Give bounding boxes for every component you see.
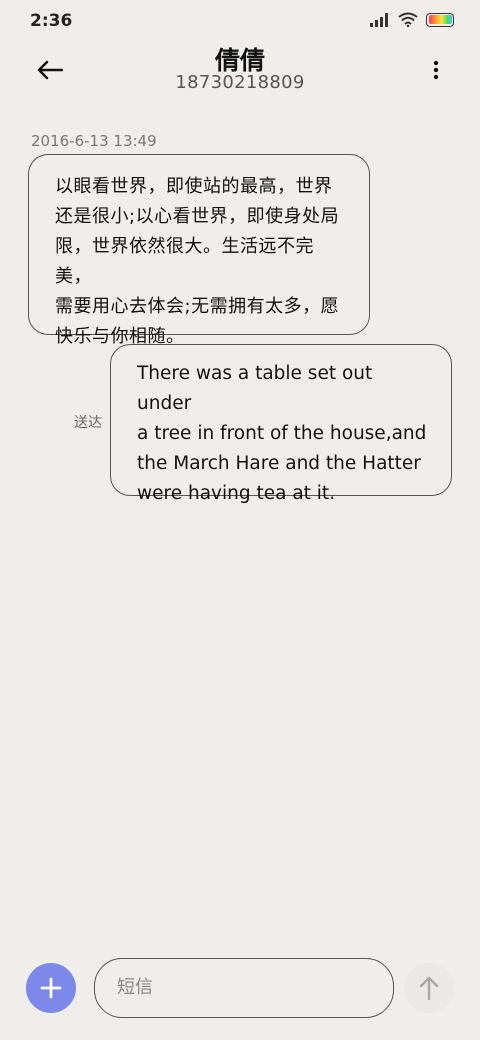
message-line: 还是很小;以心看世界，即使身处局 [55,206,340,227]
plus-icon [40,977,62,999]
outgoing-message-bubble[interactable]: There was a table set out under a tree i… [110,344,452,504]
signal-icon [370,12,388,27]
message-line: 限，世界依然很大。生活远不完美， [55,236,314,287]
message-input-container[interactable] [94,958,394,1018]
delivery-status: 送达 [74,415,102,431]
battery-level [428,15,452,24]
message-line: 以眼看世界，即使站的最高，世界 [55,176,333,197]
message-line: 需要用心去体会;无需拥有太多，愿 [55,296,340,317]
message-line: were having tea at it. [137,483,336,504]
status-icons [370,12,454,27]
message-line: a tree in front of the house,and [137,423,427,444]
send-button[interactable] [404,963,454,1013]
contact-number: 18730218809 [175,72,305,93]
message-line: the March Hare and the Hatter [137,453,421,474]
message-text: There was a table set out under a tree i… [137,359,431,509]
message-text: 以眼看世界，即使站的最高，世界 还是很小;以心看世界，即使身处局 限，世界依然很… [55,172,343,352]
status-time: 2:36 [30,11,73,31]
status-bar: 2:36 [0,0,480,42]
conversation-header: 倩倩 18730218809 [0,42,480,102]
more-options-button[interactable] [428,54,444,86]
incoming-message-bubble[interactable]: 以眼看世界，即使站的最高，世界 还是很小;以心看世界，即使身处局 限，世界依然很… [28,154,370,347]
wifi-icon [398,12,418,27]
more-vertical-icon [433,60,439,80]
battery-icon [426,12,454,27]
message-line: There was a table set out under [137,363,373,414]
message-timestamp: 2016-6-13 13:49 [31,132,157,150]
add-attachment-button[interactable] [26,963,76,1013]
message-input[interactable] [117,959,377,1016]
arrow-up-icon [419,976,439,1000]
